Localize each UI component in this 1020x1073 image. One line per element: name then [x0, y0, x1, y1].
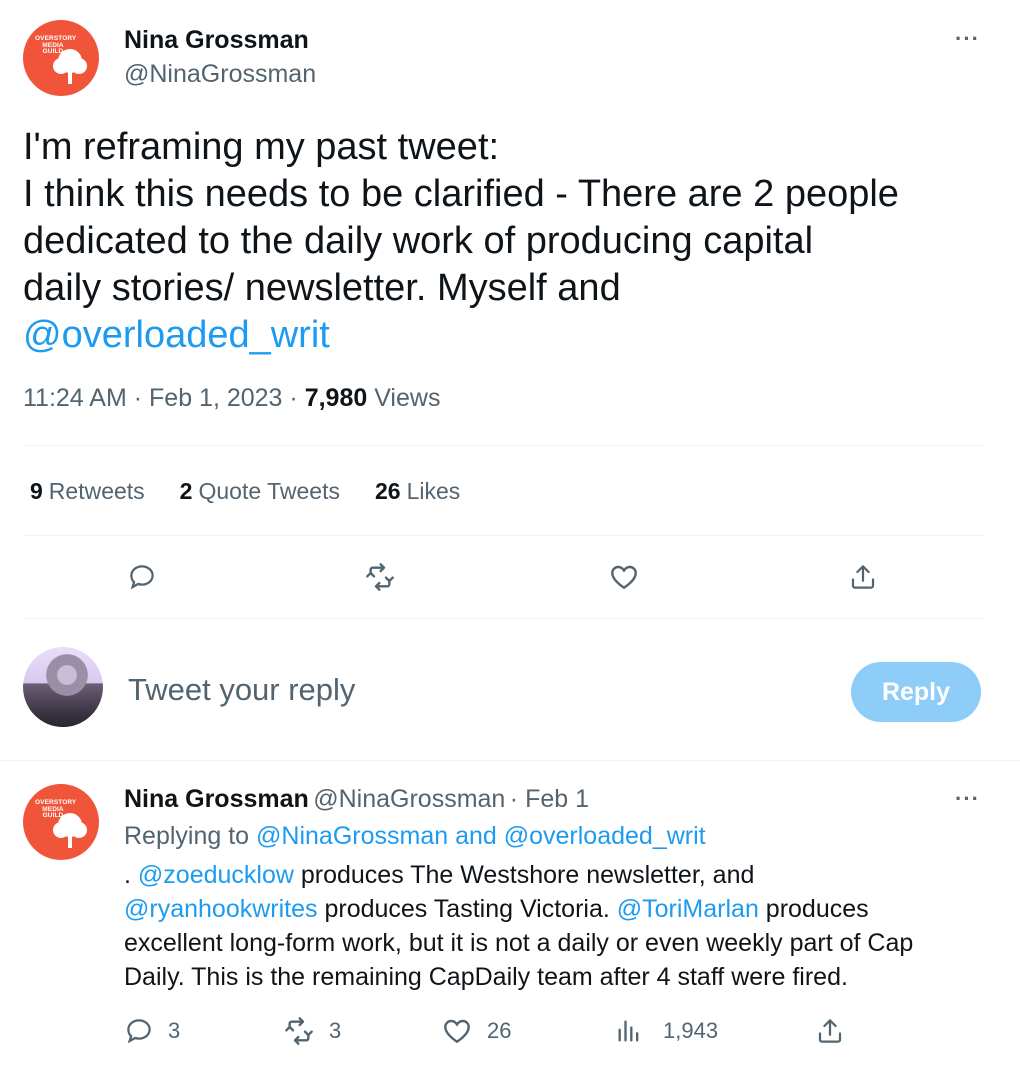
retweets-label: Retweets [48, 478, 145, 504]
comment-icon [127, 1019, 151, 1044]
divider [23, 535, 984, 536]
reply-action-button[interactable] [122, 557, 162, 597]
tweet-date[interactable]: Feb 1, 2023 [149, 384, 282, 412]
tree-logo-icon [53, 813, 87, 848]
tweet-time[interactable]: 11:24 AM [23, 384, 127, 412]
retweet-action-button[interactable] [360, 557, 400, 597]
author-name[interactable]: Nina Grossman [124, 26, 309, 55]
reply-author-handle[interactable]: @NinaGrossman [313, 785, 505, 813]
replying-to: Replying to @NinaGrossman and @overloade… [124, 822, 706, 851]
more-options-icon[interactable]: ··· [955, 26, 980, 52]
tweet-stats: 9 Retweets 2 Quote Tweets 26 Likes [30, 478, 460, 505]
views-count: 7,980 [304, 384, 368, 412]
reply-text-segment: produces [758, 895, 869, 923]
quotes-label: Quote Tweets [198, 478, 340, 504]
likes-stat[interactable]: 26 Likes [375, 478, 460, 505]
author-avatar[interactable]: OVERSTORY MEDIA GUILD [23, 20, 99, 96]
reply-views-button[interactable]: 1,943 [615, 1013, 718, 1049]
reply-text-segment: produces The Westshore newsletter, and [293, 861, 755, 889]
tweet-line: I think this needs to be clarified - The… [23, 173, 899, 215]
reply-header: Nina Grossman @NinaGrossman · Feb 1 [124, 785, 589, 814]
quotes-count: 2 [179, 478, 193, 504]
tweet-text: I'm reframing my past tweet: I think thi… [23, 124, 983, 359]
mention-link[interactable]: @ryanhookwrites [124, 895, 318, 923]
divider [0, 760, 1020, 761]
tweet-line: I'm reframing my past tweet: [23, 126, 500, 168]
author-handle[interactable]: @NinaGrossman [124, 60, 316, 89]
share-icon [818, 1019, 842, 1043]
reply-date[interactable]: · Feb 1 [510, 785, 589, 813]
views-label: Views [374, 384, 441, 412]
divider [23, 618, 984, 619]
likes-count: 26 [374, 478, 401, 504]
share-icon [851, 565, 875, 589]
reply-line: Daily. This is the remaining CapDaily te… [124, 963, 848, 991]
replying-to-mentions[interactable]: @NinaGrossman and @overloaded_writ [256, 822, 706, 850]
reply-text-segment: produces Tasting Victoria. [317, 895, 617, 923]
share-action-button[interactable] [843, 557, 883, 597]
reply-share-button[interactable] [815, 1013, 845, 1049]
like-count: 26 [487, 1018, 512, 1043]
views-count: 1,943 [663, 1018, 719, 1043]
heart-icon [611, 565, 637, 590]
tweet-meta: 11:24 AM · Feb 1, 2023 · 7,980 Views [23, 384, 441, 412]
reply-like-button[interactable]: 26 [441, 1013, 511, 1049]
retweets-stat[interactable]: 9 Retweets [30, 478, 145, 505]
likes-label: Likes [406, 478, 461, 504]
mention-link[interactable]: @zoeducklow [138, 861, 294, 889]
reply-text: . @zoeducklow produces The Westshore new… [124, 858, 994, 994]
mention-link[interactable]: @ToriMarlan [617, 895, 759, 923]
reply-more-options-icon[interactable]: ··· [955, 786, 980, 812]
reply-line: excellent long-form work, but it is not … [124, 929, 914, 957]
reply-count: 3 [168, 1018, 181, 1043]
reply-text-segment: . [124, 861, 138, 889]
tweet-line: daily stories/ newsletter. Myself and [23, 267, 621, 309]
tweet-line: dedicated to the daily work of producing… [23, 220, 814, 262]
reply-author-name[interactable]: Nina Grossman [124, 785, 309, 813]
mention-link[interactable]: @overloaded_writ [23, 312, 983, 359]
reply-line: @ryanhookwrites produces Tasting Victori… [124, 892, 994, 926]
analytics-icon [618, 1020, 639, 1042]
like-action-button[interactable] [604, 557, 644, 597]
comment-icon [130, 565, 154, 590]
tree-logo-icon [53, 49, 87, 84]
user-avatar[interactable] [23, 647, 103, 727]
reply-line: . @zoeducklow produces The Westshore new… [124, 858, 994, 892]
divider [23, 445, 984, 446]
retweets-count: 9 [30, 478, 43, 504]
reply-retweet-button[interactable]: 3 [283, 1013, 341, 1049]
retweet-icon [366, 563, 394, 591]
heart-icon [444, 1019, 470, 1044]
retweet-icon [285, 1017, 313, 1045]
retweet-count: 3 [329, 1018, 342, 1043]
reply-input[interactable]: Tweet your reply [128, 672, 355, 708]
reply-reply-button[interactable]: 3 [124, 1013, 180, 1049]
reply-author-avatar[interactable]: OVERSTORY MEDIA GUILD [23, 784, 99, 860]
replying-prefix: Replying to [124, 822, 250, 850]
reply-button[interactable]: Reply [851, 662, 981, 722]
quotes-stat[interactable]: 2 Quote Tweets [180, 478, 340, 505]
